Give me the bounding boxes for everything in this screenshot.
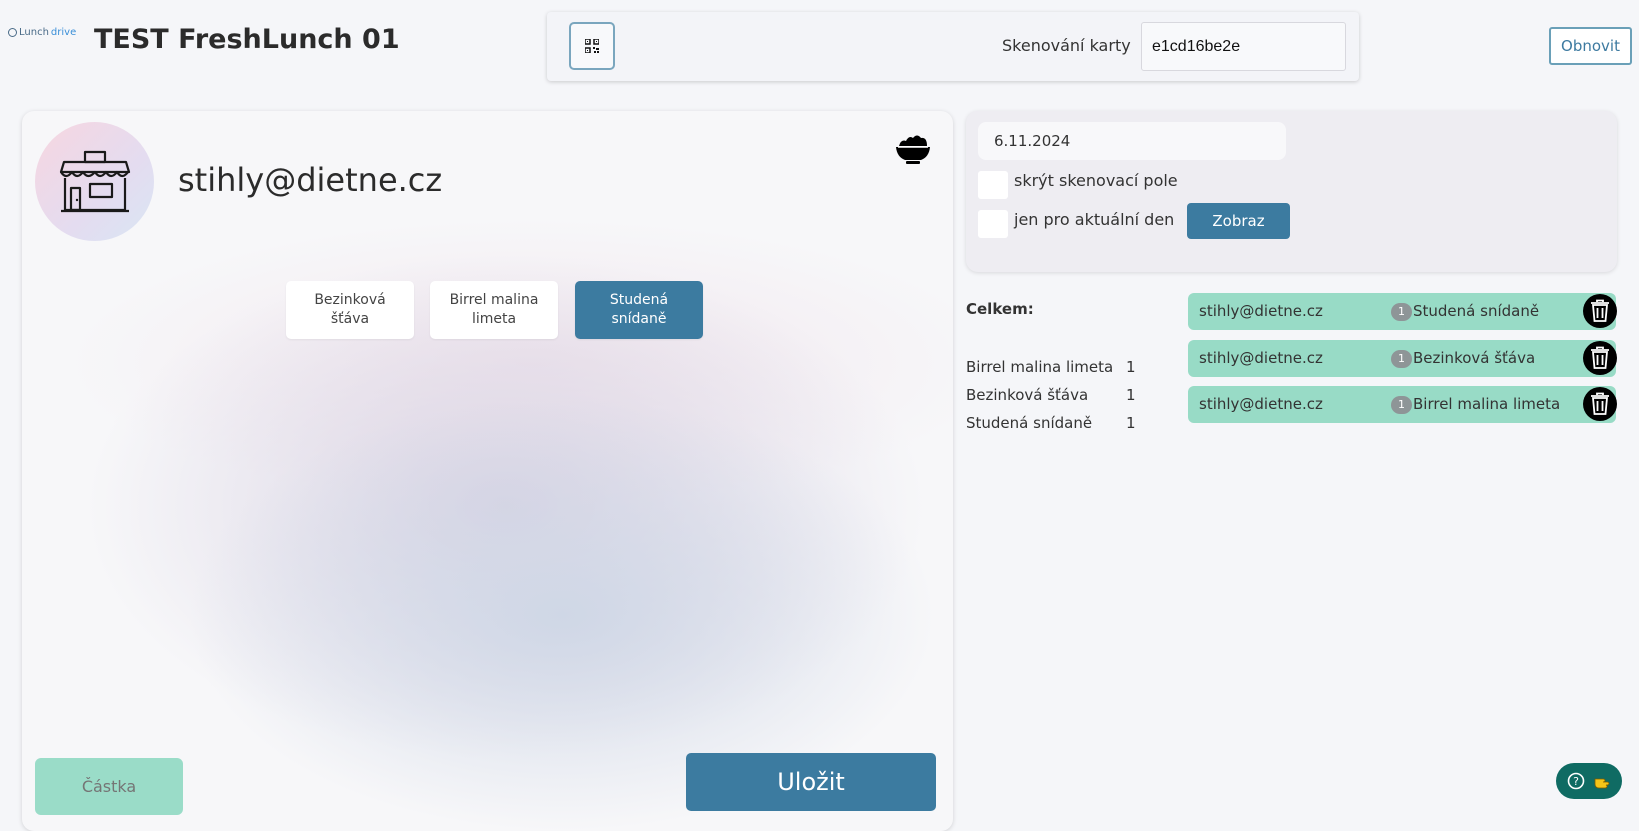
product-label-line: šťáva [330,311,370,327]
order-card: stihly@dietne.cz Bezinková šťáva Birrel … [22,111,953,831]
page-title: TEST FreshLunch 01 [94,24,400,55]
current-day-label: jen pro aktuální den [1014,210,1175,229]
summary-item-name: Studená snídaně [966,414,1093,432]
customer-email: stihly@dietne.cz [178,161,443,199]
order-product: Studená snídaně [1413,302,1540,320]
hide-scan-checkbox[interactable] [978,171,1008,199]
product-label-line: Bezinková [314,292,386,308]
amount-input[interactable] [35,758,183,815]
trash-icon [1591,346,1609,369]
order-product: Birrel malina limeta [1413,395,1561,413]
current-day-checkbox[interactable] [978,210,1008,238]
hide-scan-label: skrýt skenovací pole [1014,171,1178,190]
logo-ring-icon [8,28,17,37]
bowl-icon [895,133,931,169]
product-button-bezinkova-stava[interactable]: Bezinková šťáva [286,281,414,339]
product-label-line: limeta [471,311,517,327]
summary-item-name: Bezinková šťáva [966,386,1089,404]
svg-text:?: ? [1573,775,1579,788]
order-row: stihly@dietne.cz 1 Studená snídaně [1188,293,1617,330]
summary-row: Birrel malina limeta 1 [966,358,1136,376]
order-email: stihly@dietne.cz [1199,349,1323,367]
summary-row: Studená snídaně 1 [966,414,1136,432]
product-label-line: snídaně [611,311,667,327]
delete-order-button[interactable] [1583,341,1617,375]
shop-icon [59,150,130,212]
trash-icon [1591,299,1609,322]
product-label-line: Studená [609,292,669,308]
logo-text-drive: drive [50,27,77,38]
order-email: stihly@dietne.cz [1199,395,1323,413]
product-label-line: Birrel malina [449,292,539,308]
save-button[interactable]: Uložit [686,753,936,811]
delete-order-button[interactable] [1583,387,1617,421]
order-qty-badge: 1 [1391,303,1412,321]
summary-row: Bezinková šťáva 1 [966,386,1136,404]
pointing-hand-icon [1594,778,1610,789]
trash-icon [1591,392,1609,415]
show-button[interactable]: Zobraz [1187,203,1290,239]
order-qty-badge: 1 [1391,350,1412,368]
refresh-button[interactable]: Obnovit [1549,27,1632,65]
help-button[interactable]: ? [1556,763,1622,799]
card-scan-input[interactable] [1141,22,1346,71]
logo-text-lunch: Lunch [19,27,49,38]
scan-bar: Skenování karty [547,12,1359,81]
qr-scan-button[interactable] [569,22,615,70]
product-button-studena-snidane[interactable]: Studená snídaně [575,281,703,339]
order-email: stihly@dietne.cz [1199,302,1323,320]
order-qty-badge: 1 [1391,396,1412,414]
summary-item-count: 1 [1126,386,1136,404]
summary-item-count: 1 [1126,358,1136,376]
summary-item-count: 1 [1126,414,1136,432]
summary-title: Celkem: [966,300,1034,318]
help-icon: ? [1567,772,1585,790]
order-product: Bezinková šťáva [1413,349,1536,367]
date-input[interactable] [978,122,1286,160]
order-row: stihly@dietne.cz 1 Bezinková šťáva [1188,340,1617,377]
order-row: stihly@dietne.cz 1 Birrel malina limeta [1188,386,1617,423]
delete-order-button[interactable] [1583,294,1617,328]
scan-card-label: Skenování karty [1002,36,1131,55]
summary-item-name: Birrel malina limeta [966,358,1114,376]
product-button-birrel-malina-limeta[interactable]: Birrel malina limeta [430,281,558,339]
avatar [35,122,154,241]
filter-panel: skrýt skenovací pole jen pro aktuální de… [966,111,1617,272]
app-logo: Lunch drive [8,27,76,38]
qr-code-icon [585,39,599,53]
